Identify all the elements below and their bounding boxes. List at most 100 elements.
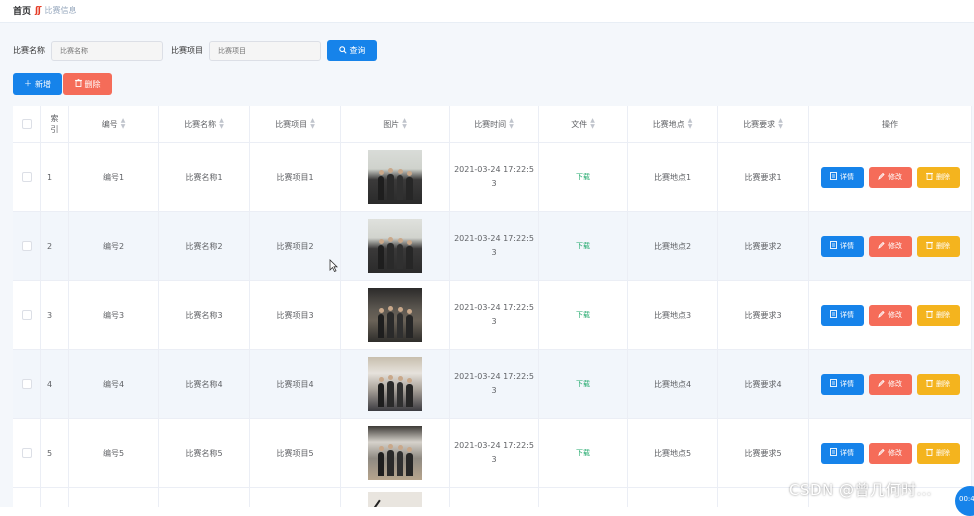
- competition-photo[interactable]: [368, 150, 422, 204]
- competition-photo[interactable]: [368, 288, 422, 342]
- edit-button-label: 修改: [888, 311, 902, 319]
- header-image[interactable]: 图片 ▲ ▼: [341, 106, 450, 142]
- action-bar: ＋ 新增 删除: [13, 73, 112, 95]
- edit-button-label: 修改: [888, 449, 902, 457]
- image-cell: [341, 212, 450, 280]
- table-row: 2 编号2 比赛名称2 比赛项目2 2021-03-24 17:22:53 下载…: [13, 212, 972, 281]
- sort-icon[interactable]: ▲ ▼: [219, 118, 224, 130]
- header-time[interactable]: 比赛时间 ▲ ▼: [450, 106, 539, 142]
- batch-delete-button[interactable]: 删除: [63, 73, 112, 95]
- download-link[interactable]: 下载: [576, 379, 590, 389]
- trash-icon: [74, 79, 82, 89]
- detail-button[interactable]: 详情: [820, 442, 864, 464]
- top-bar: 首页 ʃʃ 比赛信息: [0, 0, 974, 23]
- sort-icon[interactable]: ▲ ▼: [402, 118, 407, 130]
- breadcrumb-home[interactable]: 首页: [13, 4, 31, 17]
- index-cell: 4: [41, 350, 69, 418]
- edit-button[interactable]: 修改: [868, 373, 912, 395]
- header-file[interactable]: 文件 ▲ ▼: [539, 106, 628, 142]
- file-cell: 下载: [539, 350, 628, 418]
- detail-button[interactable]: 详情: [820, 373, 864, 395]
- header-index: 索引: [41, 106, 69, 142]
- requirement-cell: 比赛要求1: [718, 143, 809, 211]
- index-cell: 3: [41, 281, 69, 349]
- row-checkbox[interactable]: [21, 241, 32, 251]
- delete-button[interactable]: 删除: [916, 373, 960, 395]
- sort-icon[interactable]: ▲ ▼: [509, 118, 514, 130]
- code-cell: 编号3: [69, 281, 159, 349]
- sort-icon[interactable]: ▲ ▼: [121, 118, 126, 130]
- table-row: 4 编号4 比赛名称4 比赛项目4 2021-03-24 17:22:53 下载…: [13, 350, 972, 419]
- operations-cell: 详情 修改 删除: [809, 419, 972, 487]
- table-header: 索引 编号 ▲ ▼ 比赛名称 ▲ ▼ 比赛项目 ▲ ▼ 图片 ▲ ▼ 比赛时间 ▲ ▼ 文件 ▲ ▼ 比…: [13, 106, 972, 143]
- detail-button-label: 详情: [840, 380, 854, 388]
- delete-button[interactable]: 删除: [916, 235, 960, 257]
- project-cell: 比赛项目5: [250, 419, 341, 487]
- file-cell: 下载: [539, 281, 628, 349]
- row-select-cell: [13, 350, 41, 418]
- sort-icon[interactable]: ▲ ▼: [590, 118, 595, 130]
- time-value: 2021-03-24 17:22:53: [454, 234, 534, 257]
- operations-cell: 详情 修改 删除: [809, 281, 972, 349]
- download-link[interactable]: 下载: [576, 448, 590, 458]
- detail-button[interactable]: 详情: [820, 166, 864, 188]
- download-link[interactable]: 下载: [576, 310, 590, 320]
- edit-icon: [878, 379, 885, 389]
- header-requirement-label: 比赛要求: [743, 119, 776, 129]
- row-checkbox[interactable]: [21, 310, 32, 320]
- competition-photo[interactable]: [368, 426, 422, 480]
- header-project[interactable]: 比赛项目 ▲ ▼: [250, 106, 341, 142]
- edit-button[interactable]: 修改: [868, 304, 912, 326]
- plus-icon: ＋: [24, 79, 32, 88]
- name-filter-input[interactable]: [51, 40, 163, 61]
- delete-button[interactable]: 删除: [916, 442, 960, 464]
- add-button-label: 新增: [35, 79, 51, 89]
- breadcrumb-separator-icon: ʃʃ: [35, 5, 42, 16]
- project-filter-input[interactable]: [209, 40, 321, 61]
- sort-icon[interactable]: ▲ ▼: [310, 118, 315, 130]
- row-select-cell: [13, 212, 41, 280]
- name-cell: 比赛名称3: [159, 281, 250, 349]
- header-name[interactable]: 比赛名称 ▲ ▼: [159, 106, 250, 142]
- index-cell: 5: [41, 419, 69, 487]
- detail-button-label: 详情: [840, 449, 854, 457]
- header-requirement[interactable]: 比赛要求 ▲ ▼: [718, 106, 809, 142]
- row-checkbox[interactable]: [21, 379, 32, 389]
- requirement-cell: 比赛要求5: [718, 419, 809, 487]
- header-code[interactable]: 编号 ▲ ▼: [69, 106, 159, 142]
- place-cell: 比赛地点1: [628, 143, 718, 211]
- project-cell: 比赛项目1: [250, 143, 341, 211]
- download-link[interactable]: 下载: [576, 172, 590, 182]
- edit-icon: [878, 310, 885, 320]
- edit-button[interactable]: 修改: [868, 166, 912, 188]
- competition-photo[interactable]: [368, 357, 422, 411]
- detail-button[interactable]: 详情: [820, 235, 864, 257]
- add-button[interactable]: ＋ 新增: [13, 73, 62, 95]
- edit-button[interactable]: 修改: [868, 442, 912, 464]
- breadcrumb-current: 比赛信息: [44, 6, 77, 15]
- image-cell: [341, 143, 450, 211]
- row-checkbox[interactable]: [21, 448, 32, 458]
- delete-button[interactable]: 删除: [916, 166, 960, 188]
- sort-icon[interactable]: ▲ ▼: [778, 118, 783, 130]
- header-place[interactable]: 比赛地点 ▲ ▼: [628, 106, 718, 142]
- delete-button[interactable]: 删除: [916, 304, 960, 326]
- row-select-cell: [13, 281, 41, 349]
- detail-button-label: 详情: [840, 242, 854, 250]
- header-operations-label: 操作: [882, 119, 898, 129]
- delete-button-label: 删除: [936, 173, 950, 181]
- time-value: 2021-03-24 17:22:53: [454, 372, 534, 395]
- edit-button[interactable]: 修改: [868, 235, 912, 257]
- detail-button-label: 详情: [840, 173, 854, 181]
- select-all-checkbox[interactable]: [21, 119, 32, 129]
- row-checkbox[interactable]: [21, 172, 32, 182]
- query-button[interactable]: 查询: [327, 40, 377, 61]
- floating-timer-bubble[interactable]: 00:4: [955, 486, 974, 516]
- detail-button[interactable]: 详情: [820, 304, 864, 326]
- competition-photo[interactable]: [368, 219, 422, 273]
- query-button-label: 查询: [349, 46, 366, 55]
- header-place-label: 比赛地点: [652, 119, 685, 129]
- download-link[interactable]: 下载: [576, 241, 590, 251]
- sort-icon[interactable]: ▲ ▼: [688, 118, 693, 130]
- row-select-cell: [13, 143, 41, 211]
